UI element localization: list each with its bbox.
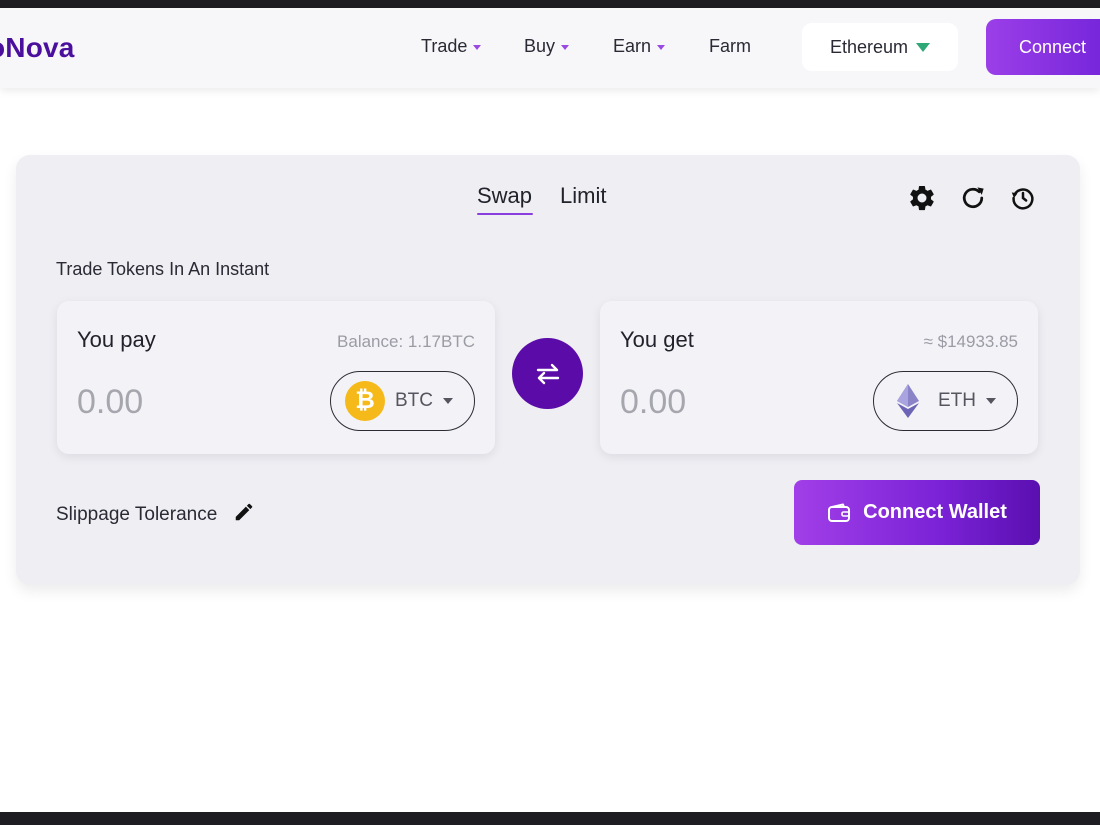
wallet-icon (828, 503, 851, 522)
ethereum-icon (888, 381, 928, 421)
swap-subtitle: Trade Tokens In An Instant (56, 259, 270, 279)
connect-button-label: Connect (1019, 36, 1087, 57)
slippage-label: Slippage Tolerance (56, 504, 218, 525)
top-nav-bar: oNova Trade Buy Earn Farm Ethereum Conne… (0, 8, 1100, 88)
chevron-down-icon (657, 45, 666, 50)
estimate-text: ≈ $14933.85 (923, 332, 1018, 351)
nav-item-farm[interactable]: Farm (709, 36, 751, 57)
window-frame-bottom (0, 812, 1100, 825)
pay-panel: You pay Balance: 1.17BTC 0.00 ₿ BTC (57, 301, 495, 454)
get-token-label: ETH (938, 390, 976, 411)
nav-item-label: Buy (524, 36, 556, 56)
pay-label: You pay (77, 327, 156, 352)
gear-icon[interactable] (907, 183, 937, 213)
pencil-icon[interactable] (233, 501, 255, 529)
chevron-down-icon (561, 45, 570, 50)
history-icon[interactable] (1008, 183, 1038, 213)
nav-item-label: Trade (421, 36, 468, 56)
pay-token-selector[interactable]: ₿ BTC (330, 371, 475, 431)
caret-down-icon (986, 398, 996, 404)
slippage-row: Slippage Tolerance (56, 501, 255, 529)
swap-card: Swap Limit Trade Tokens In An Instant Yo… (16, 155, 1080, 585)
caret-down-icon (443, 398, 453, 404)
connect-wallet-button[interactable]: Connect Wallet (794, 480, 1040, 545)
network-label: Ethereum (829, 36, 909, 57)
nav-item-label: Farm (709, 36, 751, 56)
tab-limit[interactable]: Limit (560, 183, 606, 209)
nav-item-trade[interactable]: Trade (421, 36, 482, 57)
pay-amount-input[interactable]: 0.00 (77, 383, 143, 422)
nav-item-label: Earn (613, 36, 652, 56)
connect-wallet-label: Connect Wallet (863, 501, 1007, 523)
swap-direction-button[interactable] (512, 338, 583, 409)
get-label: You get (620, 327, 694, 352)
chevron-down-icon (473, 45, 482, 50)
get-token-selector[interactable]: ETH (873, 371, 1018, 431)
nav-item-earn[interactable]: Earn (613, 36, 666, 57)
balance-text: Balance: 1.17BTC (337, 332, 475, 351)
network-selector[interactable]: Ethereum (802, 23, 958, 71)
refresh-icon[interactable] (958, 183, 988, 213)
caret-down-icon (916, 42, 931, 52)
nav-item-buy[interactable]: Buy (524, 36, 570, 57)
swap-arrows-icon (536, 363, 559, 384)
pay-token-label: BTC (395, 390, 433, 411)
tab-swap[interactable]: Swap (477, 183, 532, 209)
active-tab-indicator (477, 213, 533, 215)
get-panel: You get ≈ $14933.85 0.00 ETH (600, 301, 1038, 454)
window-frame-top (0, 0, 1100, 8)
bitcoin-icon: ₿ (345, 381, 385, 421)
connect-button[interactable]: Connect (986, 19, 1100, 75)
get-amount-input[interactable]: 0.00 (620, 383, 686, 422)
